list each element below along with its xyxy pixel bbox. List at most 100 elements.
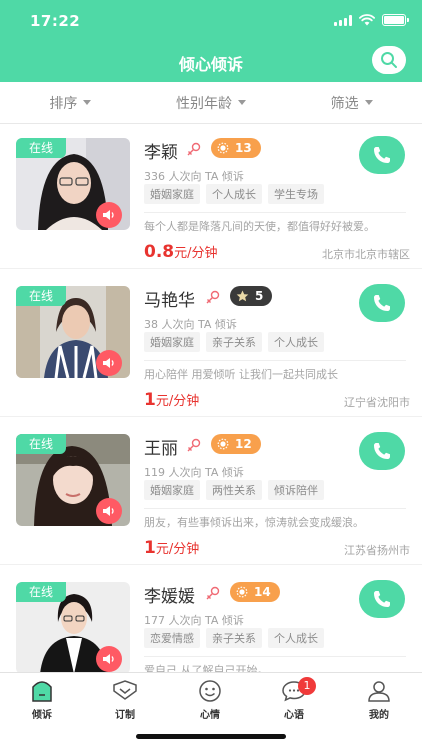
counselor-card[interactable]: 在线 李颖 13 336 人次向 TA 倾诉 婚姻家庭 个人成长 学生专场 每个… [0, 124, 422, 272]
online-badge: 在线 [16, 138, 66, 158]
caret-down-icon [238, 100, 246, 105]
location: 辽宁省沈阳市 [344, 396, 410, 409]
online-badge: 在线 [16, 582, 66, 602]
voice-intro-button[interactable] [96, 646, 122, 672]
divider [144, 212, 406, 213]
page-title: 倾心倾诉 [178, 55, 243, 74]
tag-list: 婚姻家庭 两性关系 倾诉陪伴 [144, 480, 324, 500]
female-icon [206, 290, 220, 304]
female-icon [187, 142, 201, 156]
caret-down-icon [83, 100, 92, 105]
star-level-icon [236, 290, 249, 302]
search-button[interactable] [372, 46, 406, 74]
caret-down-icon [364, 100, 373, 105]
tag: 恋爱情感 [144, 628, 200, 648]
counselor-motto: 用心陪伴 用爱倾听 让我们一起共同成长 [144, 368, 338, 381]
tab-mood[interactable]: 心情 [180, 679, 240, 721]
filter-gender-age[interactable]: 性别年龄 [141, 82, 282, 123]
tab-label: 订制 [115, 710, 135, 721]
tab-profile[interactable]: 我的 [349, 679, 409, 721]
counselor-motto: 每个人都是降落凡间的天使，都值得好好被爱。 [144, 220, 375, 233]
online-badge: 在线 [16, 434, 66, 454]
tag: 学生专场 [268, 184, 324, 204]
call-button[interactable] [359, 580, 405, 618]
price-value: 0.8 [144, 242, 175, 262]
phone-icon [374, 443, 390, 459]
call-button[interactable] [359, 432, 405, 470]
tag: 婚姻家庭 [144, 332, 200, 352]
filter-screen[interactable]: 筛选 [281, 82, 422, 123]
counselor-name: 马艳华 [144, 291, 195, 311]
filter-label: 筛选 [330, 95, 359, 112]
status-icons [334, 13, 409, 27]
consult-count: 38 人次向 TA 倾诉 [144, 318, 237, 331]
counselor-name: 王丽 [144, 439, 178, 459]
level-number: 13 [235, 141, 252, 155]
mood-icon [199, 680, 221, 702]
price-value: 1 [144, 390, 156, 410]
counselor-name: 李媛媛 [144, 587, 195, 607]
tag: 个人成长 [206, 184, 262, 204]
counselor-name: 李颖 [144, 143, 178, 163]
female-icon [206, 586, 220, 600]
speaker-icon [103, 210, 114, 220]
tag: 亲子关系 [206, 332, 262, 352]
location: 北京市北京市辖区 [322, 248, 410, 261]
app-header: 17:22 倾心倾诉 [0, 0, 422, 82]
search-icon [381, 52, 397, 68]
tab-label: 心情 [200, 710, 220, 721]
card-separator [0, 268, 422, 269]
counselor-motto: 朋友，有些事倾诉出来，惊涛就会变成缓浪。 [144, 516, 364, 529]
voice-intro-button[interactable] [96, 498, 122, 524]
sun-level-icon [217, 142, 229, 154]
wifi-icon [359, 14, 375, 26]
price-unit: 元/分钟 [174, 246, 218, 261]
call-button[interactable] [359, 136, 405, 174]
profile-icon [368, 681, 390, 702]
voice-intro-button[interactable] [96, 202, 122, 228]
level-badge: 12 [211, 434, 261, 454]
card-separator [0, 564, 422, 565]
price: 0.8元/分钟 [144, 242, 218, 262]
tab-customize[interactable]: 订制 [95, 679, 155, 721]
tab-messages[interactable]: 心语 1 [264, 677, 324, 721]
price: 1元/分钟 [144, 538, 199, 558]
tab-label: 心语 [284, 710, 304, 721]
price: 1元/分钟 [144, 390, 199, 410]
female-icon [187, 438, 201, 452]
filter-label: 排序 [49, 95, 78, 112]
sun-level-icon [236, 586, 248, 598]
battery-icon [382, 14, 409, 26]
filter-bar: 排序 性别年龄 筛选 [0, 82, 422, 124]
counselor-card[interactable]: 在线 王丽 12 119 人次向 TA 倾诉 婚姻家庭 两性关系 倾诉陪伴 朋友… [0, 420, 422, 568]
home-indicator [136, 734, 286, 739]
tag: 两性关系 [206, 480, 262, 500]
divider [144, 360, 406, 361]
online-badge: 在线 [16, 286, 66, 306]
counselor-card[interactable]: 在线 马艳华 5 38 人次向 TA 倾诉 婚姻家庭 亲子关系 个人成长 用心陪… [0, 272, 422, 420]
tab-label: 倾诉 [32, 710, 52, 721]
price-value: 1 [144, 538, 156, 558]
level-badge: 13 [211, 138, 261, 158]
divider [144, 656, 406, 657]
status-time: 17:22 [30, 12, 81, 30]
customize-icon [113, 680, 137, 700]
tab-label: 我的 [369, 710, 389, 721]
cellular-signal-icon [334, 14, 352, 26]
tag: 倾诉陪伴 [268, 480, 324, 500]
tag: 婚姻家庭 [144, 480, 200, 500]
card-separator [0, 416, 422, 417]
tab-listen[interactable]: 倾诉 [12, 679, 72, 721]
level-number: 14 [254, 585, 271, 599]
location: 江苏省扬州市 [344, 544, 410, 557]
price-unit: 元/分钟 [155, 542, 200, 557]
call-button[interactable] [359, 284, 405, 322]
tag-list: 恋爱情感 亲子关系 个人成长 [144, 628, 324, 648]
filter-label: 性别年龄 [176, 95, 232, 112]
speaker-icon [103, 358, 114, 368]
tag-list: 婚姻家庭 亲子关系 个人成长 [144, 332, 324, 352]
filter-sort[interactable]: 排序 [0, 82, 141, 123]
voice-intro-button[interactable] [96, 350, 122, 376]
speaker-icon [103, 654, 114, 664]
tag-list: 婚姻家庭 个人成长 学生专场 [144, 184, 324, 204]
